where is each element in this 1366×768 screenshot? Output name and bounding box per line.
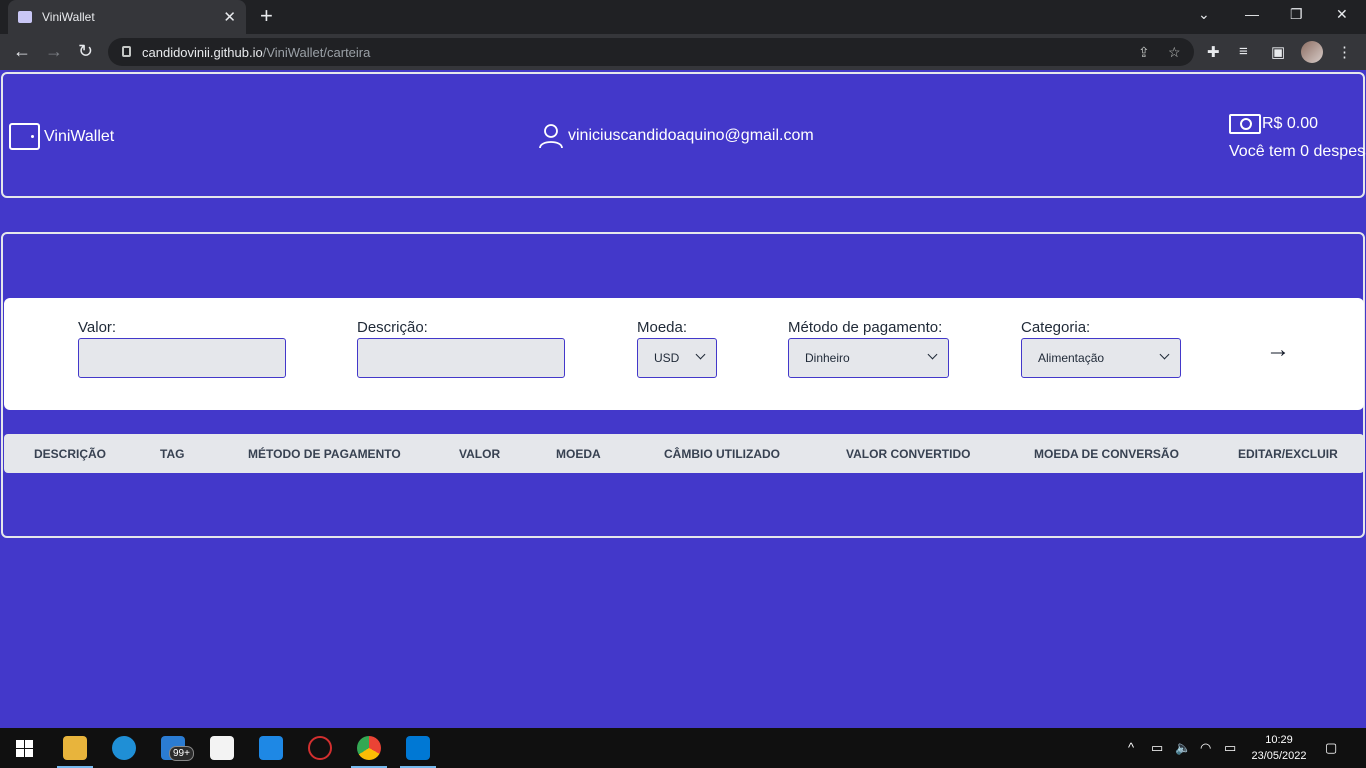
vscode-icon[interactable] [400, 736, 436, 768]
chevron-down-icon [927, 349, 938, 360]
moeda-label: Moeda: [637, 319, 688, 336]
forward-icon[interactable]: → [45, 42, 63, 60]
money-icon [1229, 114, 1261, 134]
brand-name: ViniWallet [44, 127, 115, 145]
minimize-icon[interactable]: — [1245, 6, 1259, 22]
game-app-icon[interactable] [308, 736, 332, 760]
profile-avatar[interactable] [1301, 41, 1323, 63]
descricao-input[interactable] [357, 338, 565, 378]
wallet-panel: Valor: Descrição: Moeda: USD Método de p… [1, 232, 1365, 538]
share-icon[interactable]: ⇪ [1138, 44, 1150, 61]
lock-icon [122, 46, 131, 57]
reload-icon[interactable]: ↻ [78, 42, 93, 60]
app-icon[interactable] [259, 736, 283, 760]
notifications-icon[interactable]: ▢ [1325, 740, 1337, 756]
chevron-down-icon [1159, 349, 1170, 360]
valor-input[interactable] [78, 338, 286, 378]
categoria-select[interactable]: Alimentação [1021, 338, 1181, 378]
th-editar-excluir: EDITAR/EXCLUIR [1238, 447, 1338, 461]
th-cambio: CÂMBIO UTILIZADO [664, 447, 780, 461]
tray-overflow-icon[interactable]: ^ [1128, 740, 1134, 755]
balance: R$ 0.00 Você tem 0 despesa [1229, 114, 1366, 161]
submit-arrow-icon[interactable]: → [1266, 338, 1290, 362]
descricao-field: Descrição: [357, 319, 565, 378]
close-tab-icon[interactable]: ✕ [223, 8, 236, 26]
metodo-field: Método de pagamento: Dinheiro [788, 319, 949, 378]
total-value: R$ 0.00 [1262, 115, 1319, 132]
brand: ViniWallet [9, 123, 114, 150]
th-valor: VALOR [459, 447, 501, 461]
bookmark-star-icon[interactable]: ☆ [1168, 44, 1181, 61]
metodo-label: Método de pagamento: [788, 319, 943, 336]
categoria-field: Categoria: Alimentação [1021, 319, 1181, 378]
browser-toolbar: ← → ↻ candidovinii.github.io/ViniWallet/… [0, 34, 1366, 70]
tab-title: ViniWallet [42, 10, 95, 24]
chrome-icon[interactable] [351, 736, 387, 768]
extensions-icon[interactable]: ✚ [1207, 43, 1220, 61]
volume-icon[interactable]: 🔈 [1175, 740, 1191, 756]
windows-taskbar: 99+ ^ ▭ 🔈 ◠ ▭ 10:29 23/05/2022 ▢ [0, 728, 1366, 768]
clock-time: 10:29 [1265, 734, 1293, 746]
wallet-favicon-icon [18, 11, 32, 23]
url-host: candidovinii.github.io [142, 44, 263, 60]
mail-badge: 99+ [169, 746, 194, 761]
categoria-label: Categoria: [1021, 319, 1091, 336]
th-valor-convertido: VALOR CONVERTIDO [846, 447, 971, 461]
valor-label: Valor: [78, 319, 117, 336]
th-tag: TAG [160, 447, 185, 461]
th-metodo: MÉTODO DE PAGAMENTO [248, 447, 401, 461]
file-explorer-icon[interactable] [57, 736, 93, 768]
menu-dots-icon[interactable]: ⋮ [1337, 43, 1352, 61]
clock-date: 23/05/2022 [1251, 750, 1307, 762]
expense-form: Valor: Descrição: Moeda: USD Método de p… [4, 298, 1364, 410]
expenses-table-header: DESCRIÇÃO TAG MÉTODO DE PAGAMENTO VALOR … [4, 434, 1364, 473]
url-path: /ViniWallet/carteira [262, 44, 371, 60]
edge-icon[interactable] [112, 736, 136, 760]
clock[interactable]: 10:29 23/05/2022 [1250, 732, 1308, 764]
user-icon [539, 124, 563, 149]
new-tab-icon[interactable]: + [260, 5, 273, 27]
wallet-icon [9, 123, 40, 150]
store-icon[interactable] [210, 736, 234, 760]
user-email: viniciuscandidoaquino@gmail.com [568, 127, 814, 144]
metodo-select[interactable]: Dinheiro [788, 338, 949, 378]
meet-icon[interactable]: ▭ [1151, 740, 1163, 756]
th-moeda-conversao: MOEDA DE CONVERSÃO [1034, 447, 1179, 461]
browser-tab[interactable]: ViniWallet ✕ [8, 0, 246, 34]
chevron-down-icon [695, 349, 706, 360]
restore-icon[interactable]: ❐ [1290, 6, 1303, 23]
wifi-icon[interactable]: ◠ [1200, 740, 1211, 756]
expenses-count: Você tem 0 despesa [1229, 143, 1366, 160]
moeda-value: USD [654, 351, 680, 365]
address-bar[interactable]: candidovinii.github.io/ViniWallet/cartei… [108, 38, 1194, 66]
descricao-label: Descrição: [357, 319, 428, 336]
close-window-icon[interactable]: ✕ [1336, 6, 1348, 23]
user-info: viniciuscandidoaquino@gmail.com [538, 123, 814, 149]
mail-icon[interactable]: 99+ [161, 736, 194, 761]
metodo-value: Dinheiro [805, 351, 850, 365]
th-descricao: DESCRIÇÃO [34, 447, 107, 461]
moeda-field: Moeda: USD [637, 319, 717, 378]
moeda-select[interactable]: USD [637, 338, 717, 378]
th-moeda: MOEDA [556, 447, 601, 461]
media-control-icon[interactable]: ≡ [1239, 43, 1248, 60]
back-icon[interactable]: ← [13, 42, 31, 60]
app-header: ViniWallet viniciuscandidoaquino@gmail.c… [1, 72, 1366, 198]
browser-tab-bar: ViniWallet ✕ + ⌄ — ❐ ✕ [0, 0, 1366, 34]
tab-search-icon[interactable]: ⌄ [1198, 6, 1210, 23]
battery-icon[interactable]: ▭ [1224, 740, 1236, 756]
side-panel-icon[interactable]: ▣ [1271, 43, 1285, 61]
windows-start-icon[interactable] [16, 740, 33, 757]
valor-field: Valor: [78, 319, 286, 378]
categoria-value: Alimentação [1038, 351, 1105, 365]
